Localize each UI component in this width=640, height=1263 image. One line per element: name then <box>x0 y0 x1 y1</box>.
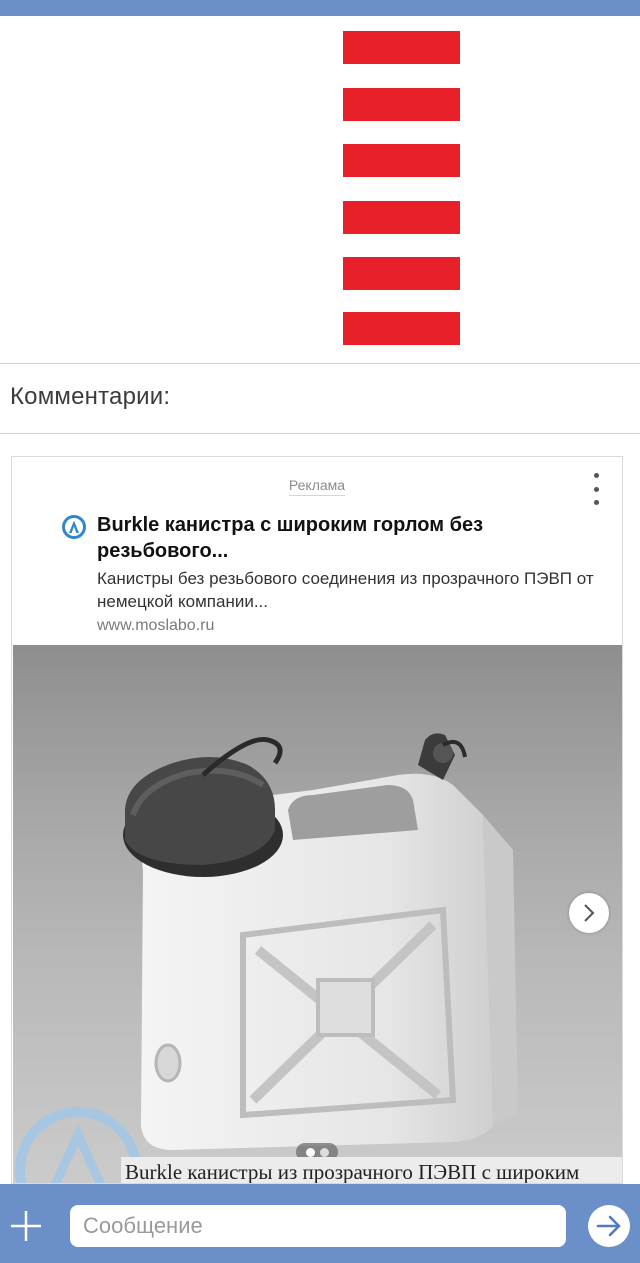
send-button[interactable] <box>588 1205 630 1247</box>
carousel-dot-active <box>305 1147 315 1157</box>
message-input[interactable] <box>70 1205 566 1247</box>
red-stripe <box>343 88 460 121</box>
ad-domain[interactable]: www.moslabo.ru <box>97 617 214 635</box>
red-stripe <box>343 31 460 64</box>
chevron-right-icon <box>584 904 595 922</box>
plus-icon[interactable] <box>8 1208 44 1244</box>
carousel-dot <box>319 1147 329 1157</box>
ad-title[interactable]: Burkle канистра с широким горлом без рез… <box>97 512 577 564</box>
top-status-bar <box>0 0 640 16</box>
ad-label-text: Реклама <box>288 477 346 496</box>
canister-image <box>15 733 518 1183</box>
arrow-right-icon <box>596 1215 621 1237</box>
post-image[interactable] <box>0 16 640 363</box>
message-composer-bar <box>0 1184 640 1263</box>
red-stripe <box>343 144 460 177</box>
red-stripe <box>343 257 460 290</box>
more-options-icon[interactable] <box>588 473 604 505</box>
carousel-next-button[interactable] <box>569 893 609 933</box>
comments-heading: Комментарии: <box>10 383 171 410</box>
red-stripe <box>343 312 460 345</box>
divider <box>0 363 640 364</box>
ad-photo[interactable]: Burkle канистры из прозрачного ПЭВП с ши… <box>13 645 622 1183</box>
photo-caption: Burkle канистры из прозрачного ПЭВП с ши… <box>121 1157 622 1183</box>
red-stripe <box>343 201 460 234</box>
advertiser-logo-icon <box>62 515 86 539</box>
ad-description: Канистры без резьбового соединения из пр… <box>97 569 594 611</box>
ad-card[interactable]: Реклама Burkle канистра с широким горлом… <box>11 456 623 1184</box>
ad-label: Реклама <box>12 477 622 496</box>
divider <box>0 433 640 434</box>
